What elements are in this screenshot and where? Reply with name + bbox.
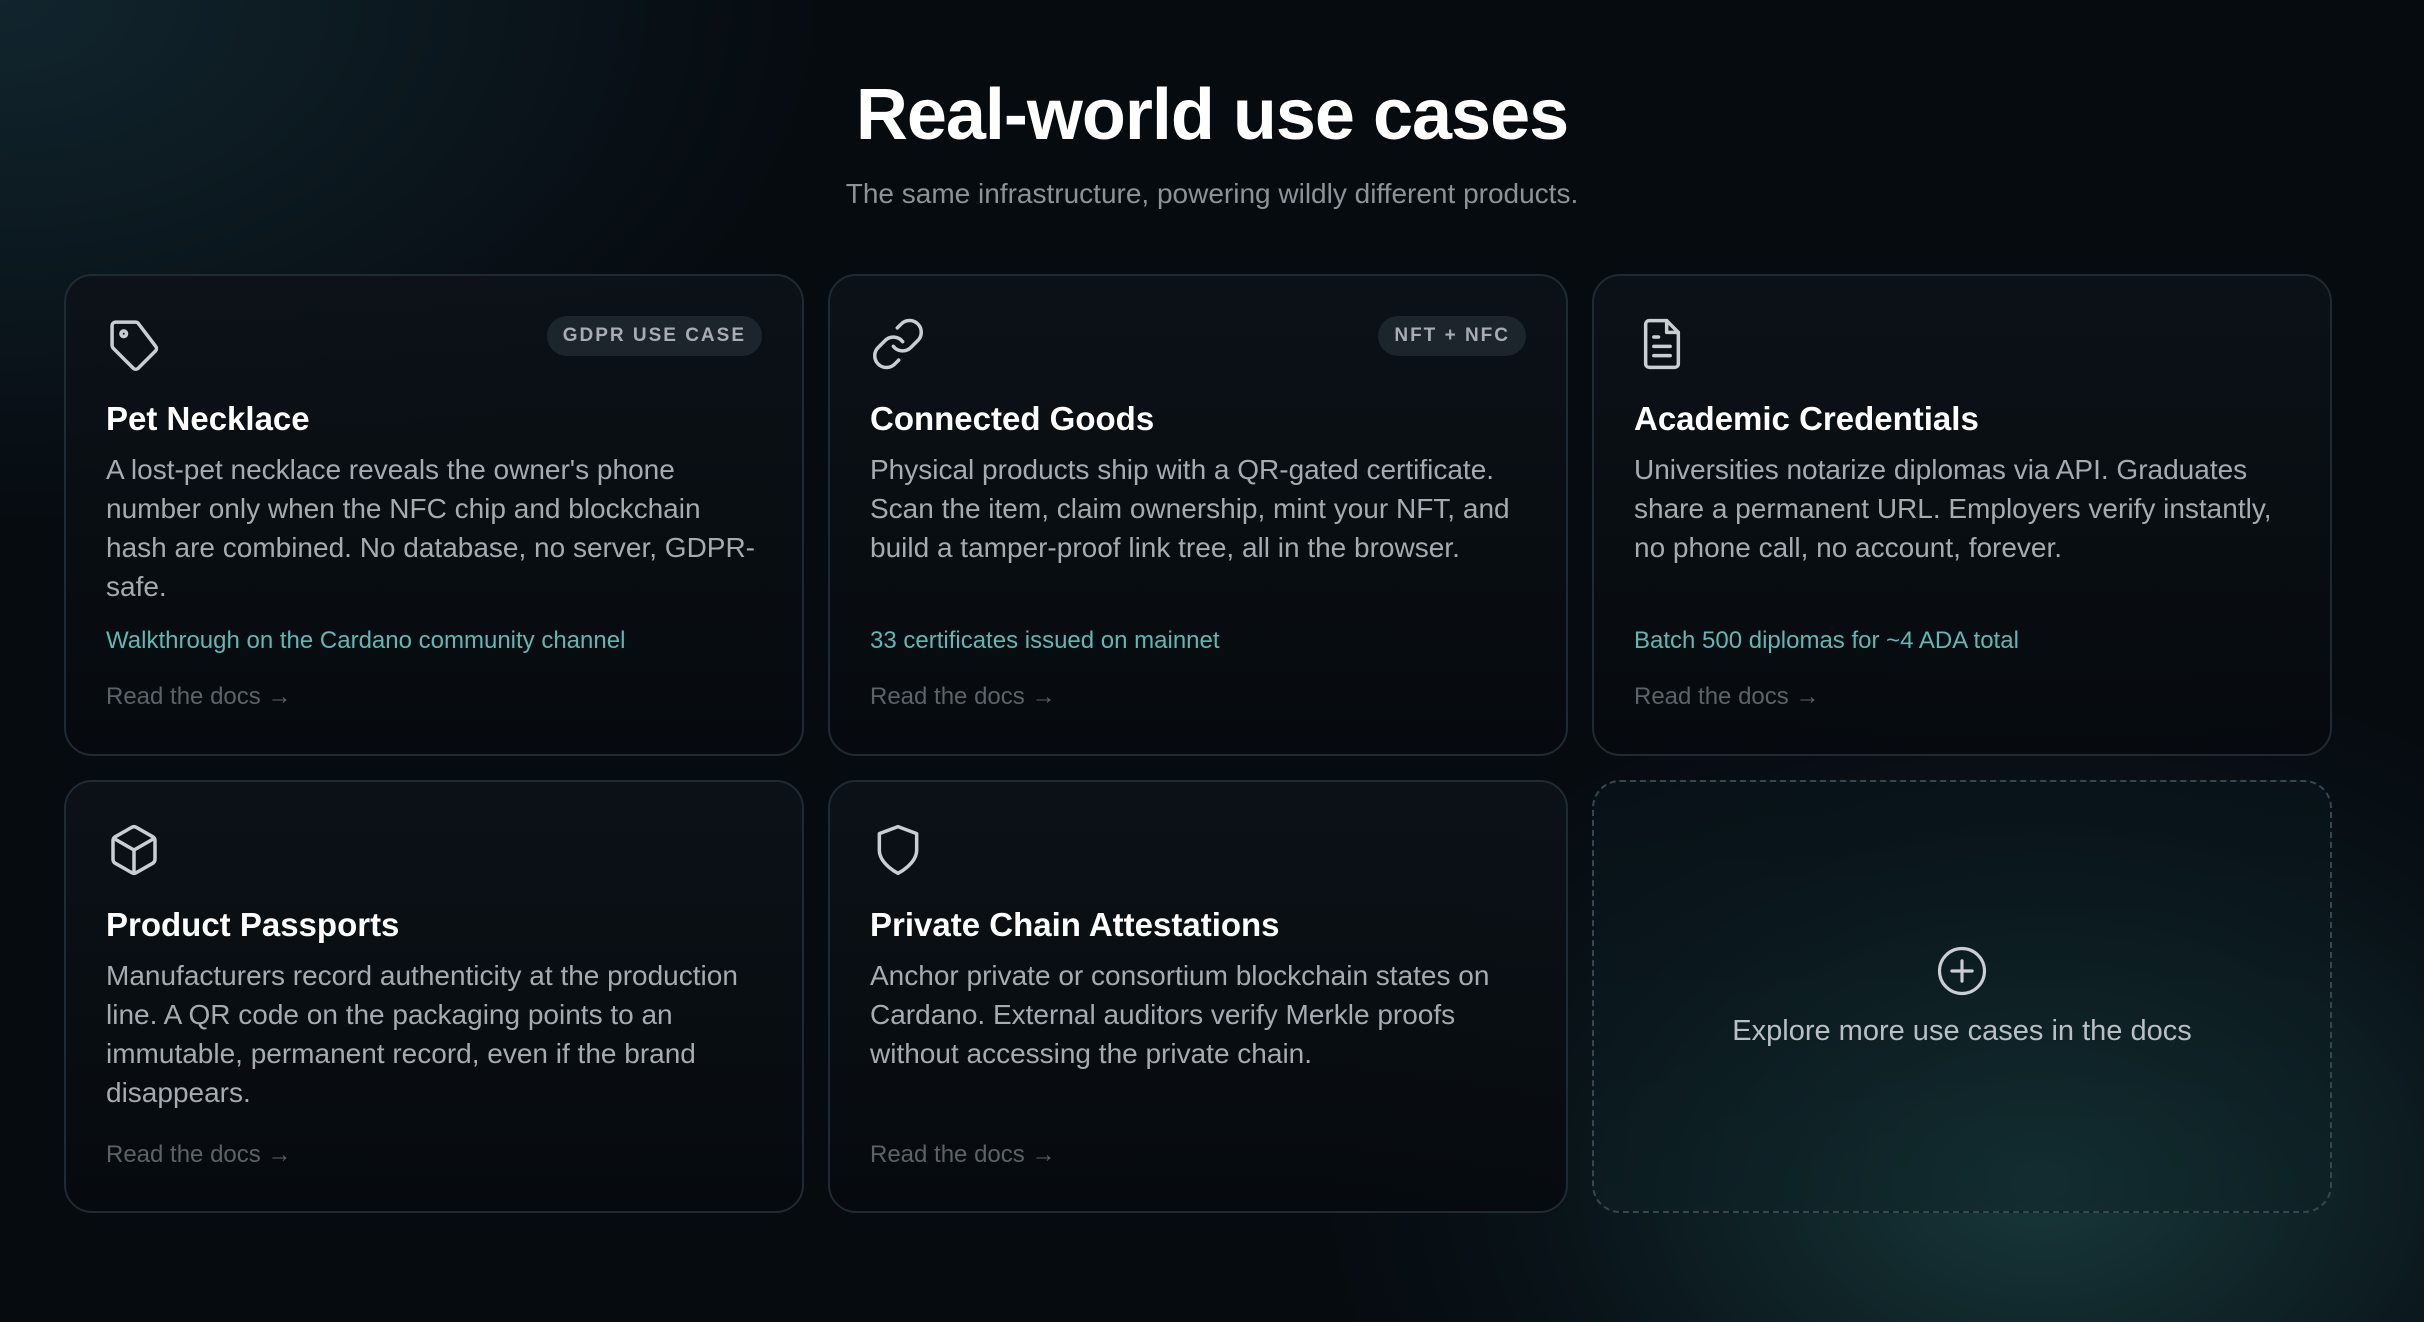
use-case-card-pet-necklace[interactable]: GDPR USE CASE Pet Necklace A lost-pet ne… <box>64 274 804 756</box>
card-title: Pet Necklace <box>106 400 310 437</box>
card-description: Manufacturers record authenticity at the… <box>106 960 738 1108</box>
box-icon <box>106 822 162 878</box>
use-case-card-product-passports[interactable]: Product Passports Manufacturers record a… <box>64 780 804 1213</box>
use-case-badge: NFT + NFC <box>1378 316 1526 356</box>
use-case-card-connected-goods[interactable]: NFT + NFC Connected Goods Physical produ… <box>828 274 1568 756</box>
read-the-docs-link[interactable]: Read the docs → <box>870 682 1055 712</box>
plus-circle-icon <box>1935 944 1989 998</box>
card-highlight-text: 33 certificates issued on mainnet <box>870 627 1220 654</box>
use-case-grid: GDPR USE CASE Pet Necklace A lost-pet ne… <box>64 274 2332 1213</box>
use-case-card-private-chain-attestations[interactable]: Private Chain Attestations Anchor privat… <box>828 780 1568 1213</box>
document-icon <box>1634 316 1690 372</box>
tag-icon <box>106 316 162 372</box>
use-case-badge: GDPR USE CASE <box>546 316 762 356</box>
card-description: Universities notarize diplomas via API. … <box>1634 454 2272 563</box>
card-description: Physical products ship with a QR-gated c… <box>870 454 1510 563</box>
card-highlight-text: Batch 500 diplomas for ~4 ADA total <box>1634 627 2019 654</box>
card-title: Academic Credentials <box>1634 400 1979 437</box>
card-highlight-link[interactable]: Walkthrough on the Cardano community cha… <box>106 626 625 656</box>
section-header: Real-world use cases The same infrastruc… <box>0 72 2424 212</box>
card-description: Anchor private or consortium blockchain … <box>870 960 1490 1069</box>
card-title: Product Passports <box>106 906 400 943</box>
link-icon <box>870 316 926 372</box>
read-the-docs-link[interactable]: Read the docs → <box>870 1140 1055 1170</box>
shield-icon <box>870 822 926 878</box>
card-title: Connected Goods <box>870 400 1155 437</box>
read-the-docs-link[interactable]: Read the docs → <box>106 682 291 712</box>
explore-more-label: Explore more use cases in the docs <box>1732 1014 2192 1047</box>
use-case-card-academic-credentials[interactable]: Academic Credentials Universities notari… <box>1592 274 2332 756</box>
read-the-docs-link[interactable]: Read the docs → <box>106 1140 291 1170</box>
page-subtitle: The same infrastructure, powering wildly… <box>845 178 1579 209</box>
card-description: A lost-pet necklace reveals the owner's … <box>106 454 756 602</box>
card-title: Private Chain Attestations <box>870 906 1280 943</box>
read-the-docs-link[interactable]: Read the docs → <box>1634 682 1819 712</box>
explore-more-card[interactable]: Explore more use cases in the docs <box>1592 780 2332 1213</box>
page-title: Real-world use cases <box>855 75 1569 155</box>
